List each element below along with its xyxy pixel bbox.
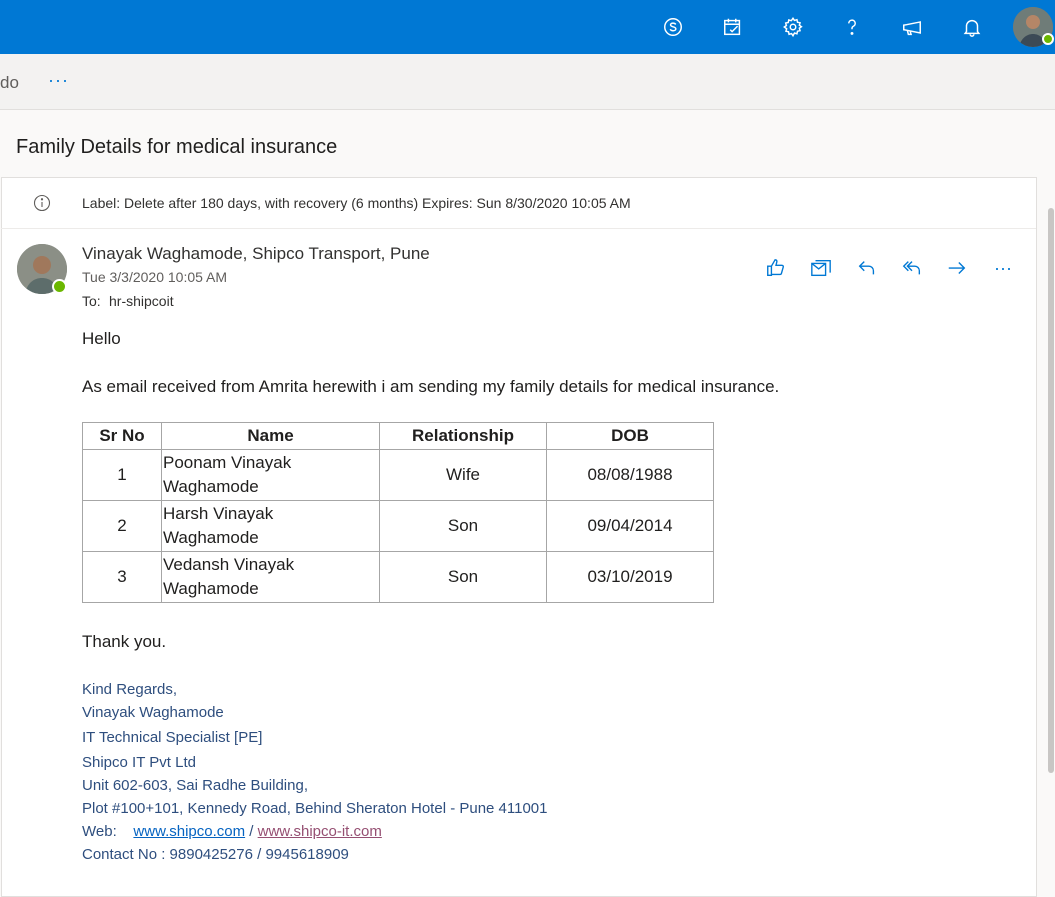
toolbar-partial-label[interactable]: do — [0, 73, 19, 93]
signature-regards: Kind Regards, — [82, 681, 178, 698]
retention-label: Label: Delete after 180 days, with recov… — [82, 195, 631, 211]
info-icon — [33, 194, 51, 212]
closing: Thank you. — [82, 632, 167, 651]
body-paragraph: As email received from Amrita herewith i… — [82, 377, 780, 396]
sender-name[interactable]: Vinayak Waghamode, Shipco Transport, Pun… — [82, 244, 430, 264]
cell-name: Vedansh Vinayak Waghamode — [161, 551, 380, 603]
reply-icon — [858, 261, 875, 275]
presence-available-icon — [1042, 33, 1054, 45]
name-line: Waghamode — [163, 477, 259, 496]
signature-web: Web: www.shipco.com / www.shipco-it.com — [82, 823, 382, 840]
family-table: Sr No Name Relationship DOB 1 Poonam Vin… — [82, 422, 714, 603]
cell-relationship: Wife — [379, 449, 547, 501]
signature-name: Vinayak Waghamode — [82, 704, 224, 721]
calendar-check-icon[interactable] — [713, 7, 753, 47]
reply-in-teams-button[interactable] — [809, 256, 833, 280]
megaphone-icon[interactable] — [892, 7, 932, 47]
like-button[interactable] — [764, 256, 788, 280]
table-row: 1 Poonam Vinayak Waghamode Wife 08/08/198… — [82, 449, 714, 501]
signature-address-line2: Plot #100+101, Kennedy Road, Behind Sher… — [82, 800, 548, 817]
signature-contact: Contact No : 9890425276 / 9945618909 — [82, 846, 349, 863]
bell-icon[interactable] — [952, 7, 992, 47]
cell-dob: 09/04/2014 — [546, 500, 714, 552]
cell-sr-no: 3 — [82, 551, 162, 603]
sent-date: Tue 3/3/2020 10:05 AM — [82, 269, 228, 285]
header-relationship: Relationship — [379, 422, 547, 450]
mail-chat-icon — [811, 259, 831, 277]
reply-button[interactable] — [855, 256, 879, 280]
recipient[interactable]: hr-shipcoit — [109, 293, 174, 309]
reply-all-icon — [902, 261, 921, 275]
name-line: Waghamode — [163, 579, 259, 598]
skype-icon[interactable] — [653, 7, 693, 47]
cell-dob: 03/10/2019 — [546, 551, 714, 603]
name-line: Poonam Vinayak — [163, 453, 292, 472]
cell-relationship: Son — [379, 551, 547, 603]
cell-relationship: Son — [379, 500, 547, 552]
to-label: To: — [82, 293, 101, 309]
shipco-it-link[interactable]: www.shipco-it.com — [258, 823, 382, 840]
header-name: Name — [161, 422, 380, 450]
cell-name: Poonam Vinayak Waghamode — [161, 449, 380, 501]
name-line: Waghamode — [163, 528, 259, 547]
name-line: Harsh Vinayak — [163, 504, 274, 523]
table-row: 2 Harsh Vinayak Waghamode Son 09/04/2014 — [82, 500, 714, 552]
sender-presence-icon — [52, 279, 67, 294]
signature-title: IT Technical Specialist [PE] — [82, 729, 263, 746]
greeting: Hello — [82, 329, 121, 348]
toolbar-more-button[interactable]: ··· — [48, 70, 69, 91]
command-toolbar — [0, 54, 1055, 110]
help-icon[interactable] — [832, 7, 872, 47]
shipco-link[interactable]: www.shipco.com — [133, 823, 245, 840]
cell-dob: 08/08/1988 — [546, 449, 714, 501]
header-sr-no: Sr No — [82, 422, 162, 450]
reply-all-button[interactable] — [900, 256, 924, 280]
cell-name: Harsh Vinayak Waghamode — [161, 500, 380, 552]
header-dob: DOB — [546, 422, 714, 450]
web-label: Web: — [82, 823, 117, 840]
thumbs-up-icon — [767, 259, 784, 277]
table-header-row: Sr No Name Relationship DOB — [82, 422, 714, 450]
signature-company: Shipco IT Pvt Ltd — [82, 754, 196, 771]
forward-icon — [948, 262, 966, 274]
web-separator: / — [249, 823, 254, 840]
gear-icon[interactable] — [773, 7, 813, 47]
message-subject: Family Details for medical insurance — [16, 136, 338, 158]
cell-sr-no: 1 — [82, 449, 162, 501]
name-line: Vedansh Vinayak — [163, 555, 295, 574]
more-actions-button[interactable]: ··· — [990, 256, 1016, 280]
cell-sr-no: 2 — [82, 500, 162, 552]
signature-address-line1: Unit 602-603, Sai Radhe Building, — [82, 777, 308, 794]
forward-button[interactable] — [945, 256, 969, 280]
table-row: 3 Vedansh Vinayak Waghamode Son 03/10/201… — [82, 551, 714, 603]
scrollbar-thumb[interactable] — [1048, 208, 1054, 773]
